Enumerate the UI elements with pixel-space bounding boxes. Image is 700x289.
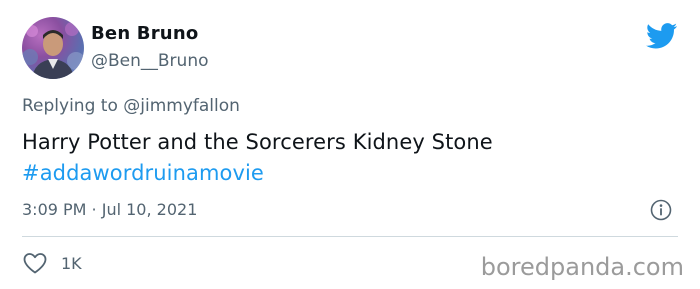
- tweet-timestamp[interactable]: 3:09 PM · Jul 10, 2021: [22, 200, 197, 219]
- info-icon[interactable]: [650, 199, 672, 221]
- watermark: boredpanda.com: [480, 253, 684, 281]
- like-count: 1K: [61, 253, 82, 273]
- heart-icon[interactable]: [22, 251, 48, 275]
- tweet-text: Harry Potter and the Sorcerers Kidney St…: [22, 130, 493, 154]
- reply-mention-link[interactable]: @jimmyfallon: [123, 96, 240, 116]
- divider: [22, 236, 678, 237]
- tweet-body: Harry Potter and the Sorcerers Kidney St…: [22, 127, 493, 189]
- twitter-bird-icon[interactable]: [646, 23, 678, 49]
- reply-context: Replying to @jimmyfallon: [22, 96, 240, 116]
- author-display-name[interactable]: Ben Bruno: [91, 23, 198, 44]
- avatar[interactable]: [22, 17, 84, 79]
- reply-prefix: Replying to: [22, 96, 118, 116]
- hashtag-link[interactable]: #addawordruinamovie: [22, 158, 493, 189]
- author-handle[interactable]: @Ben__Bruno: [91, 51, 209, 71]
- like-button[interactable]: 1K: [22, 251, 82, 275]
